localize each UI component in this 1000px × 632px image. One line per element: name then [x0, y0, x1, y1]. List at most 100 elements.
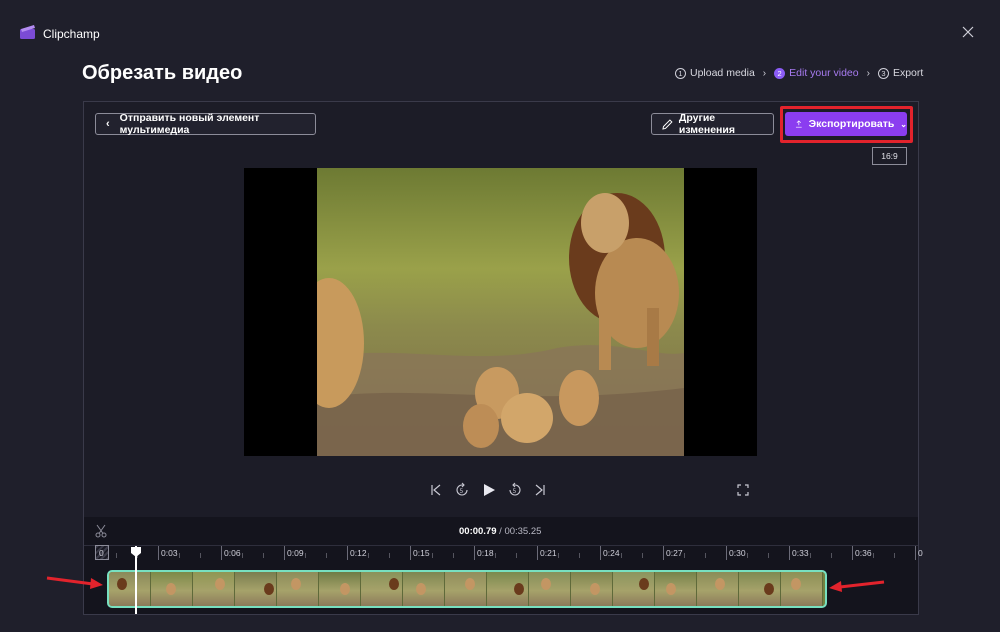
tick-mark: [915, 546, 916, 560]
clip-thumbnail: [319, 572, 361, 606]
skip-back-icon[interactable]: [428, 482, 444, 498]
tick-minor: [558, 553, 559, 558]
thumbnail-subject: [465, 578, 475, 590]
thumbnail-subject: [215, 578, 225, 590]
tick-mark: [410, 546, 411, 560]
svg-text:5: 5: [460, 488, 464, 495]
chevron-right-icon: ›: [866, 67, 870, 79]
clip-thumbnail: [571, 572, 613, 606]
time-separator: /: [499, 526, 502, 537]
tick-mark: [789, 546, 790, 560]
thumbnail-subject: [264, 583, 274, 595]
upload-icon: [795, 120, 802, 128]
tick-mark: [158, 546, 159, 560]
tick-minor: [747, 553, 748, 558]
thumbnail-subject: [166, 583, 176, 595]
step-number: 2: [774, 67, 786, 79]
tick-minor: [516, 553, 517, 558]
playhead-handle[interactable]: [131, 544, 141, 557]
tick-minor: [579, 553, 580, 558]
other-edits-label: Другие изменения: [678, 112, 735, 136]
annotation-arrow-left: [45, 575, 105, 589]
thumbnail-subject: [389, 578, 399, 590]
clip-thumbnail: [193, 572, 235, 606]
chevron-right-icon: ›: [762, 67, 767, 79]
step-label: Edit your video: [789, 67, 859, 79]
tick-mark: [347, 546, 348, 560]
tick-minor: [453, 553, 454, 558]
step-number: 3: [877, 67, 889, 79]
tick-minor: [621, 553, 622, 558]
tick-label: 0:06: [224, 548, 241, 558]
fullscreen-icon[interactable]: [735, 482, 751, 498]
play-icon[interactable]: [481, 482, 497, 498]
step-upload-media[interactable]: 1 Upload media: [675, 67, 755, 79]
thumbnail-subject: [291, 578, 301, 590]
tick-minor: [831, 553, 832, 558]
tick-minor: [873, 553, 874, 558]
tick-label: 0:03: [161, 548, 178, 558]
tick-mark: [474, 546, 475, 560]
thumbnail-subject: [764, 583, 774, 595]
tick-minor: [495, 553, 496, 558]
tick-minor: [368, 553, 369, 558]
thumbnail-subject: [340, 583, 350, 595]
clip-thumbnail: [613, 572, 655, 606]
tick-label: 0:24: [603, 548, 620, 558]
other-edits-button[interactable]: Другие изменения: [651, 112, 774, 136]
tick-minor: [432, 553, 433, 558]
video-clip-track[interactable]: [107, 570, 827, 608]
back-button-label: Отправить новый элемент мультимедиа: [119, 112, 260, 136]
step-export[interactable]: 3 Export: [877, 67, 923, 79]
clip-thumbnail: [109, 572, 151, 606]
clip-thumbnail: [235, 572, 277, 606]
tick-mark: [726, 546, 727, 560]
thumbnail-subject: [715, 578, 725, 590]
clip-thumbnail: [697, 572, 739, 606]
tick-minor: [684, 553, 685, 558]
thumbnail-subject: [590, 583, 600, 595]
step-number: 1: [675, 67, 686, 79]
export-button[interactable]: Экспортировать ⌄: [785, 112, 907, 136]
tick-minor: [894, 553, 895, 558]
tick-minor: [326, 553, 327, 558]
clip-thumbnail: [655, 572, 697, 606]
tick-label: 0:09: [287, 548, 304, 558]
thumbnail-subject: [117, 578, 127, 590]
thumbnail-subject: [791, 578, 801, 590]
tick-label: 0: [918, 548, 923, 558]
tick-minor: [810, 553, 811, 558]
app-name: Clipchamp: [43, 27, 100, 41]
step-edit-video[interactable]: 2 Edit your video: [774, 67, 859, 79]
chevron-left-icon: ‹: [106, 118, 110, 130]
step-breadcrumb: 1 Upload media › 2 Edit your video › 3 E…: [675, 66, 923, 80]
scissors-icon[interactable]: [95, 524, 107, 538]
tick-mark: [284, 546, 285, 560]
clip-thumbnail: [277, 572, 319, 606]
aspect-ratio-button[interactable]: 16:9: [872, 147, 907, 165]
chevron-down-icon: ⌄: [900, 119, 907, 129]
timecode-display: 00:00.79 / 00:35.25: [459, 526, 541, 537]
forward-5-icon[interactable]: 5: [507, 482, 523, 498]
thumbnail-subject: [514, 583, 524, 595]
clip-thumbnail: [781, 572, 823, 606]
tick-minor: [768, 553, 769, 558]
tick-minor: [200, 553, 201, 558]
skip-forward-icon[interactable]: [532, 482, 548, 498]
svg-text:5: 5: [513, 488, 517, 495]
step-label: Upload media: [690, 67, 755, 79]
tick-minor: [263, 553, 264, 558]
thumbnail-subject: [666, 583, 676, 595]
clip-thumbnail: [739, 572, 781, 606]
upload-new-media-button[interactable]: ‹ Отправить новый элемент мультимедиа: [95, 112, 316, 136]
clipchamp-logo-icon: [20, 25, 37, 40]
export-label: Экспортировать: [808, 118, 895, 130]
clip-thumbnail: [151, 572, 193, 606]
tick-mark: [537, 546, 538, 560]
clip-thumbnail: [403, 572, 445, 606]
tick-minor: [179, 553, 180, 558]
video-frame-image: [317, 168, 684, 456]
tick-mark: [221, 546, 222, 560]
rewind-5-icon[interactable]: 5: [454, 482, 470, 498]
close-icon[interactable]: [961, 25, 975, 39]
